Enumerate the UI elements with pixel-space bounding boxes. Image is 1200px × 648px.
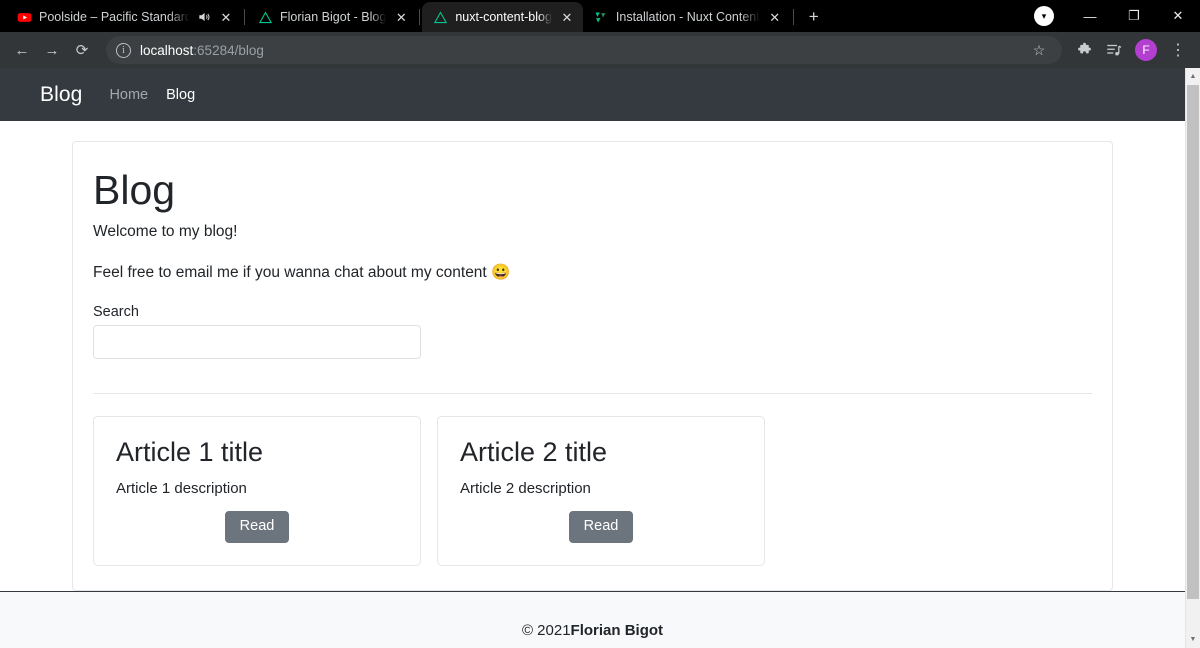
scrollbar-down-arrow-icon[interactable]: ▼ [1186,631,1200,648]
tab-close-icon[interactable]: ✕ [393,9,409,25]
browser-window: Poolside – Pacific Standard Ti ✕ Florian… [0,0,1200,648]
new-tab-button[interactable]: + [800,3,828,31]
reload-button[interactable]: ⟳ [68,36,96,64]
page-viewport: Blog Home Blog Blog Welcome to my blog! … [0,68,1200,648]
window-close-button[interactable]: ✕ [1156,0,1200,32]
email-invite-label: Feel free to email me if you wanna chat … [93,264,492,282]
article-card[interactable]: Article 1 title Article 1 description Re… [93,416,421,567]
tab-title: nuxt-content-blog [455,10,552,24]
footer-author: Florian Bigot [570,621,664,639]
window-minimize-button[interactable]: — [1068,0,1112,32]
extensions-icon[interactable] [1070,36,1098,64]
tab-title: Florian Bigot - Blog [280,10,387,24]
media-control-icon[interactable] [1100,36,1128,64]
email-invite-text: Feel free to email me if you wanna chat … [93,263,1092,282]
nav-link-home[interactable]: Home [100,87,157,103]
nuxt-icon [432,9,448,25]
page-title: Blog [93,167,176,213]
browser-tab-florian-bigot-blog[interactable]: Florian Bigot - Blog ✕ [247,2,417,32]
browser-tab-poolside[interactable]: Poolside – Pacific Standard Ti ✕ [6,2,242,32]
tab-separator [244,9,245,25]
read-button[interactable]: Read [568,511,634,544]
search-input[interactable] [93,325,421,360]
article-card[interactable]: Article 2 title Article 2 description Re… [437,416,765,567]
browser-toolbar: ← → ⟳ i localhost:65284/blog ☆ F ⋮ [0,32,1200,68]
article-action-row: Read [460,511,742,544]
site-brand[interactable]: Blog [40,83,82,107]
article-description: Article 2 description [460,480,591,498]
browser-tab-installation-nuxt-content[interactable]: Installation - Nuxt Content ✕ [583,2,791,32]
footer-copyright: © 2021 [521,621,571,639]
tab-close-icon[interactable]: ✕ [218,9,234,25]
youtube-icon [16,9,32,25]
article-list: Article 1 title Article 1 description Re… [93,416,1092,567]
tab-title: Poolside – Pacific Standard Ti [39,10,190,24]
welcome-text: Welcome to my blog! [93,223,238,241]
article-action-row: Read [116,511,398,544]
article-description: Article 1 description [116,480,247,498]
scrollbar-track[interactable] [1186,85,1200,631]
article-title: Article 2 title [460,437,608,468]
tab-close-icon[interactable]: ✕ [559,9,575,25]
address-bar-url: localhost:65284/blog [140,43,264,58]
section-divider [93,393,1092,395]
window-controls: ▾ — ❐ ✕ [1034,0,1200,32]
search-label: Search [93,304,139,321]
url-host: localhost [140,42,194,58]
tab-audio-icon[interactable] [197,10,211,24]
site-footer: © 2021 Florian Bigot [0,591,1185,648]
browser-menu-button[interactable]: ⋮ [1164,36,1192,64]
read-button[interactable]: Read [224,511,290,544]
page-scrollbar[interactable]: ▲ ▼ [1185,68,1200,648]
article-title: Article 1 title [116,437,264,468]
url-path: :65284/blog [193,42,264,58]
browser-tab-nuxt-content-blog[interactable]: nuxt-content-blog ✕ [422,2,583,32]
scrollbar-thumb[interactable] [1187,85,1199,599]
nuxt-icon [257,9,273,25]
tab-separator [792,9,794,25]
site-navbar: Blog Home Blog [0,68,1185,121]
main-card: Blog Welcome to my blog! Feel free to em… [72,141,1113,592]
address-bar[interactable]: i localhost:65284/blog ☆ [106,36,1062,64]
content-wrapper: Blog Welcome to my blog! Feel free to em… [0,121,1185,592]
scrollbar-up-arrow-icon[interactable]: ▲ [1186,68,1200,85]
tab-title: Installation - Nuxt Content [615,10,760,24]
nav-link-blog[interactable]: Blog [157,87,204,103]
web-page: Blog Home Blog Blog Welcome to my blog! … [0,68,1185,648]
forward-button[interactable]: → [38,36,66,64]
tab-strip: Poolside – Pacific Standard Ti ✕ Florian… [0,0,1200,32]
window-maximize-button[interactable]: ❐ [1112,0,1156,32]
profile-chip-icon[interactable]: ▾ [1034,6,1054,26]
tab-close-icon[interactable]: ✕ [767,9,783,25]
bookmark-star-icon[interactable]: ☆ [1026,37,1052,63]
tab-separator [419,9,421,25]
profile-avatar[interactable]: F [1135,39,1157,61]
site-info-icon[interactable]: i [116,42,131,58]
nuxt-content-icon [593,9,609,25]
grinning-face-icon: 😀 [491,264,511,282]
back-button[interactable]: ← [8,36,36,64]
